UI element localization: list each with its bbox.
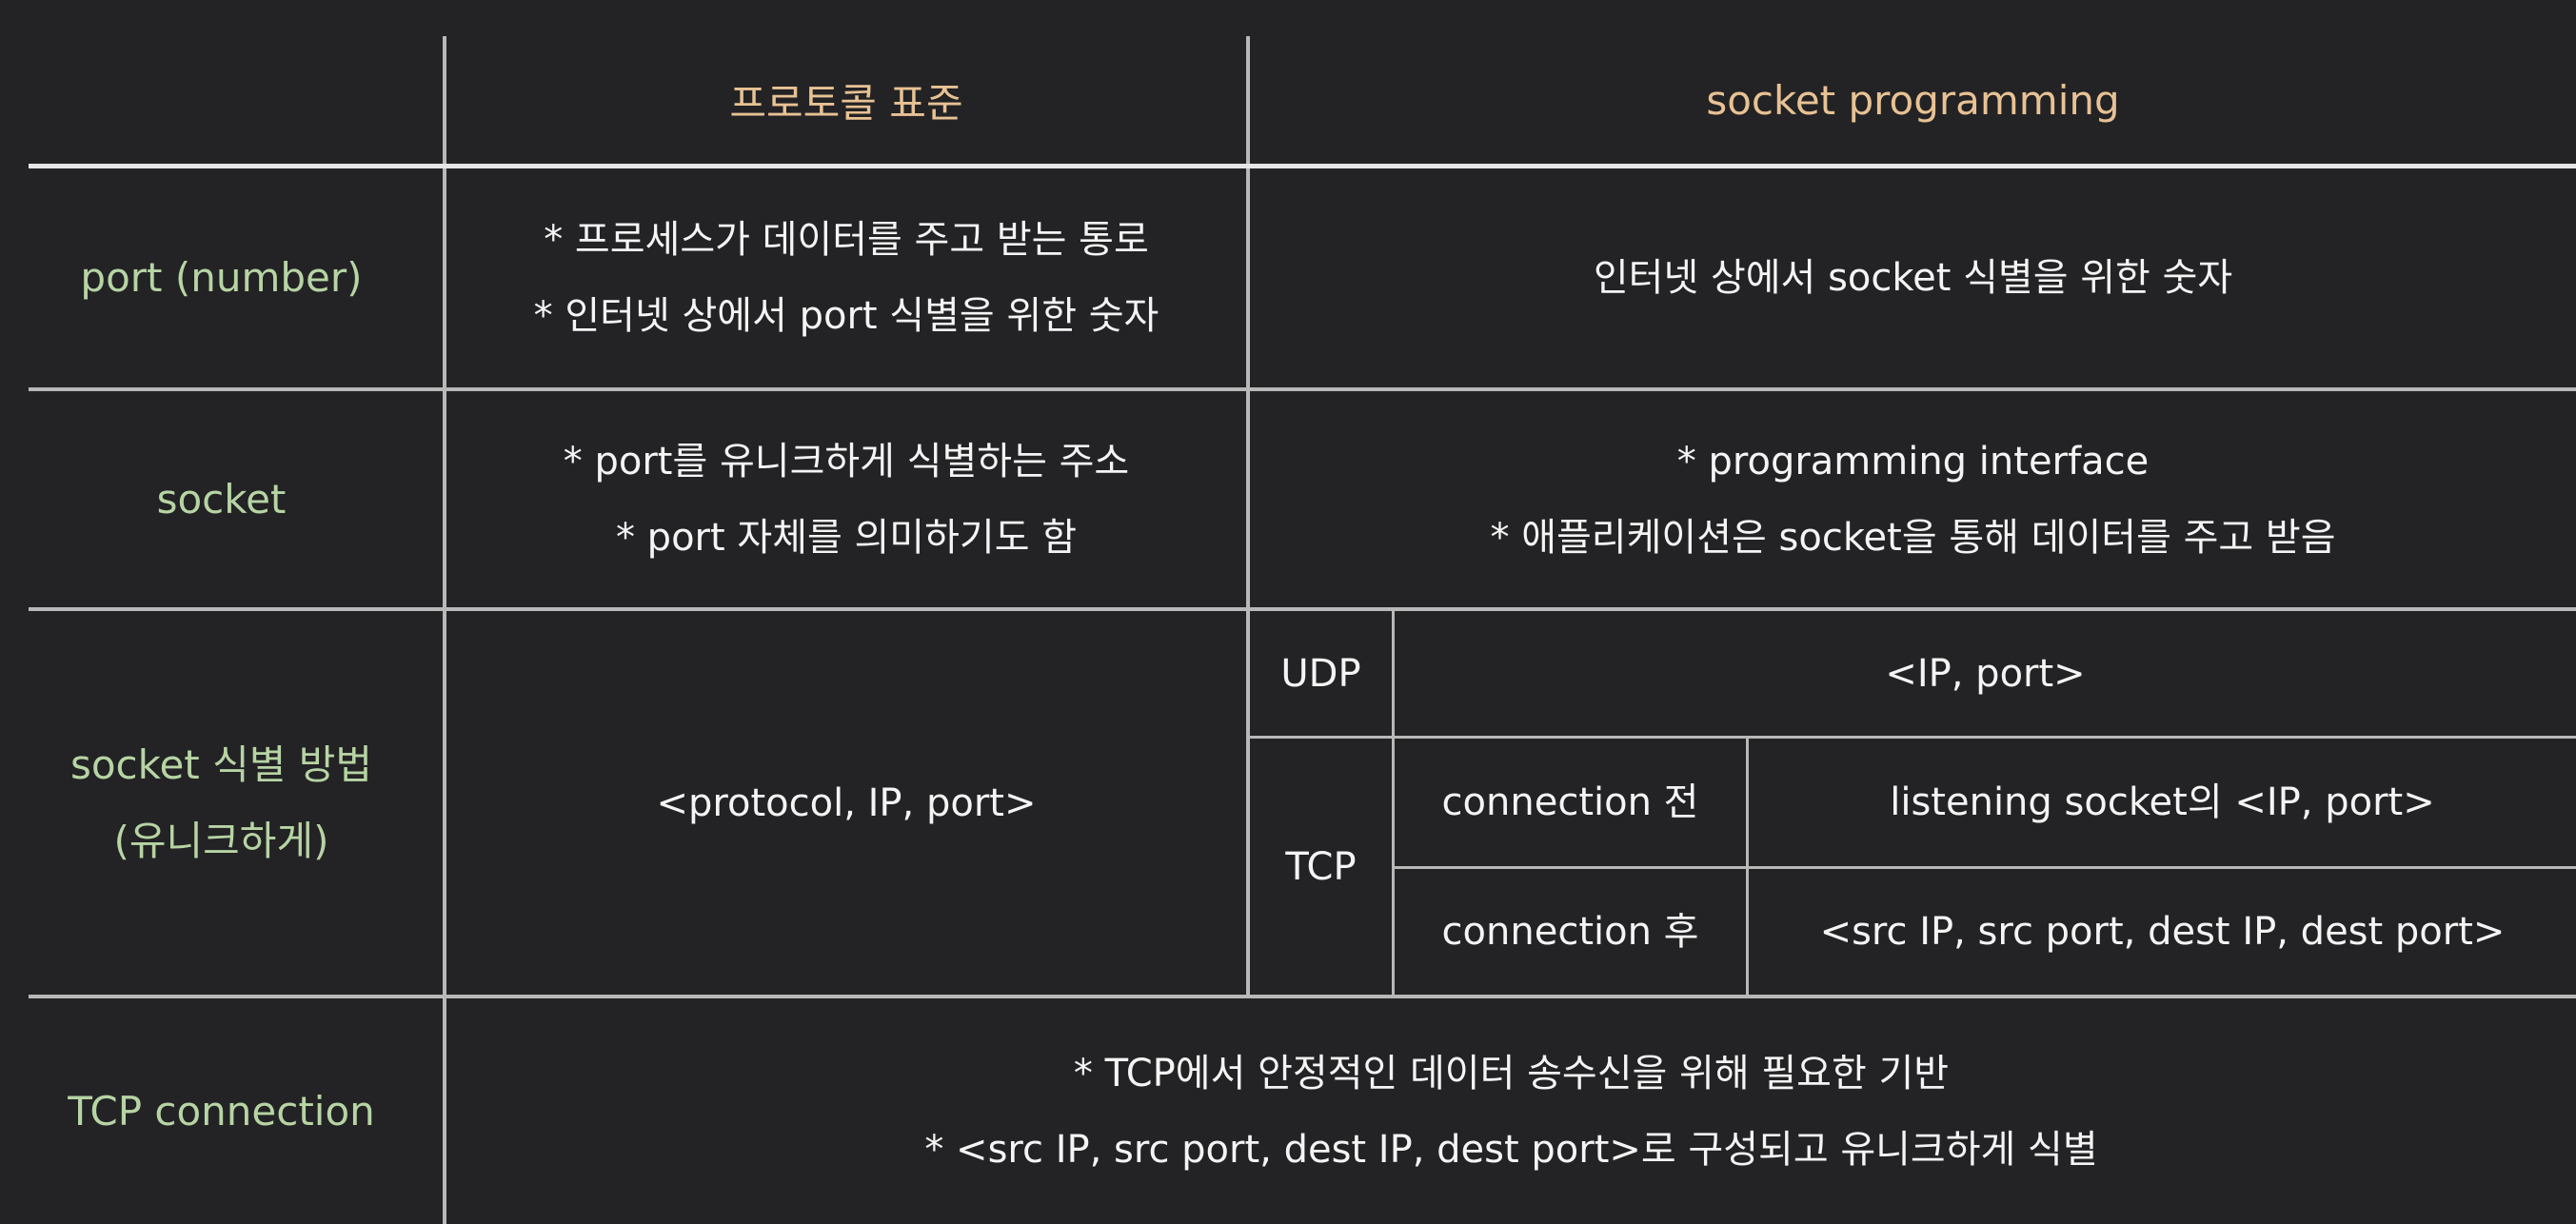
udp-value: <IP, port> bbox=[1885, 651, 2086, 696]
tcp-after-label: connection 후 bbox=[1441, 910, 1699, 954]
socket-protocol-cell: * port를 유니크하게 식별하는 주소 * port 자체를 의미하기도 함 bbox=[446, 391, 1246, 607]
row-label-tcp-connection: TCP connection bbox=[0, 998, 443, 1224]
tcp-before-value-cell: listening socket의 <IP, port> bbox=[1749, 739, 2576, 866]
udp-label: UDP bbox=[1280, 651, 1361, 696]
row-label-port-text: port (number) bbox=[80, 254, 363, 301]
port-protocol-line-2: * 인터넷 상에서 port 식별을 위한 숫자 bbox=[533, 294, 1159, 338]
identification-protocol-cell: <protocol, IP, port> bbox=[446, 611, 1246, 995]
row-label-identification-line-1: socket 식별 방법 bbox=[69, 740, 373, 788]
tcp-connection-line-1: * TCP에서 안정적인 데이터 송수신을 위해 필요한 기반 bbox=[1073, 1051, 1950, 1096]
port-protocol-cell: * 프로세스가 데이터를 주고 받는 통로 * 인터넷 상에서 port 식별을… bbox=[446, 168, 1246, 387]
header-socket-programming-text: socket programming bbox=[1706, 76, 2120, 124]
header-protocol-standard-text: 프로토콜 표준 bbox=[729, 79, 963, 127]
row-label-identification: socket 식별 방법 (유니크하게) bbox=[0, 611, 443, 995]
socket-programming-line-2: * 애플리케이션은 socket을 통해 데이터를 주고 받음 bbox=[1490, 515, 2336, 560]
tcp-after-value: <src IP, src port, dest IP, dest port> bbox=[1819, 910, 2506, 954]
comparison-table: 프로토콜 표준 socket programming port (number)… bbox=[0, 0, 2576, 1224]
port-socket-text: 인터넷 상에서 socket 식별을 위한 숫자 bbox=[1593, 256, 2233, 300]
row-label-socket: socket bbox=[0, 391, 443, 607]
header-socket-programming: socket programming bbox=[1250, 36, 2576, 164]
udp-label-cell: UDP bbox=[1250, 611, 1392, 736]
tcp-before-value: listening socket의 <IP, port> bbox=[1890, 780, 2435, 824]
row-label-identification-line-2: (유니크하게) bbox=[113, 817, 329, 864]
tcp-before-label: connection 전 bbox=[1441, 780, 1699, 824]
header-protocol-standard: 프로토콜 표준 bbox=[446, 36, 1246, 164]
identification-protocol-text: <protocol, IP, port> bbox=[656, 780, 1037, 825]
port-socket-cell: 인터넷 상에서 socket 식별을 위한 숫자 bbox=[1250, 168, 2576, 387]
tcp-label: TCP bbox=[1285, 844, 1357, 889]
row-label-port: port (number) bbox=[0, 168, 443, 387]
tcp-connection-cell: * TCP에서 안정적인 데이터 송수신을 위해 필요한 기반 * <src I… bbox=[446, 998, 2576, 1224]
tcp-label-cell: TCP bbox=[1250, 739, 1392, 995]
socket-programming-line-1: * programming interface bbox=[1676, 439, 2150, 484]
udp-value-cell: <IP, port> bbox=[1395, 611, 2576, 736]
socket-protocol-line-2: * port 자체를 의미하기도 함 bbox=[615, 515, 1078, 560]
tcp-after-value-cell: <src IP, src port, dest IP, dest port> bbox=[1749, 869, 2576, 995]
tcp-after-label-cell: connection 후 bbox=[1395, 869, 1746, 995]
row-label-socket-text: socket bbox=[156, 475, 287, 523]
socket-protocol-line-1: * port를 유니크하게 식별하는 주소 bbox=[563, 439, 1130, 484]
tcp-connection-line-2: * <src IP, src port, dest IP, dest port>… bbox=[924, 1127, 2098, 1172]
tcp-before-label-cell: connection 전 bbox=[1395, 739, 1746, 866]
socket-programming-cell: * programming interface * 애플리케이션은 socket… bbox=[1250, 391, 2576, 607]
port-protocol-line-1: * 프로세스가 데이터를 주고 받는 통로 bbox=[544, 218, 1149, 262]
row-label-tcp-connection-text: TCP connection bbox=[68, 1087, 375, 1135]
